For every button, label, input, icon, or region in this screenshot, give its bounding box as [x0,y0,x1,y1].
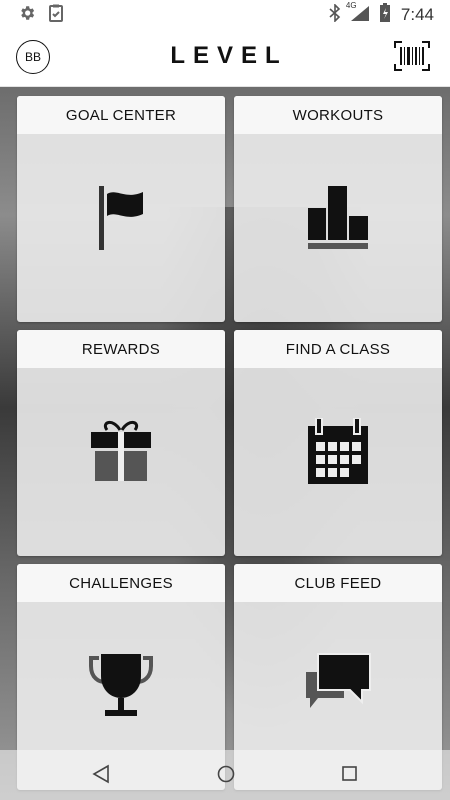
barcode-scan-icon[interactable] [394,41,430,71]
tile-label: CHALLENGES [17,564,225,602]
tile-label: FIND A CLASS [234,330,442,368]
brand-logo: LEVEL [170,42,288,69]
battery-icon [379,3,391,27]
gear-icon [18,4,36,27]
calendar-icon [234,418,442,486]
dashboard-grid: GOAL CENTER WORKOUTS REWARDS FIND A CLAS… [0,87,450,800]
flag-icon [17,184,225,252]
gift-icon [17,418,225,484]
system-nav-bar [0,750,450,800]
recents-square-icon[interactable] [341,764,359,789]
signal-4g-icon: 4G [345,1,371,26]
status-time: 7:44 [400,5,434,24]
tile-label: REWARDS [17,330,225,368]
tile-goal-center[interactable]: GOAL CENTER [17,96,225,322]
tile-label: WORKOUTS [234,96,442,134]
app-header: BB LEVEL [0,28,450,87]
home-circle-icon[interactable] [216,764,236,789]
back-triangle-icon[interactable] [92,764,110,789]
chat-bubbles-icon [234,652,442,712]
bar-chart-icon [234,184,442,252]
status-bar: 4G 7:44 [0,0,450,28]
tile-label: GOAL CENTER [17,96,225,134]
tile-rewards[interactable]: REWARDS [17,330,225,556]
network-label: 4G [345,1,357,10]
trophy-icon [17,652,225,718]
clipboard-check-icon [48,4,64,27]
tile-label: CLUB FEED [234,564,442,602]
bluetooth-icon [329,3,341,26]
tile-workouts[interactable]: WORKOUTS [234,96,442,322]
tile-find-a-class[interactable]: FIND A CLASS [234,330,442,556]
